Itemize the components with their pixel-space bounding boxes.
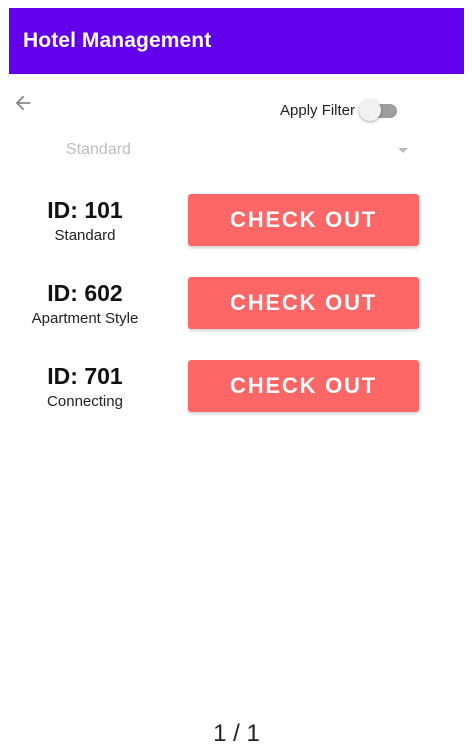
dropdown-arrow-icon — [398, 147, 408, 153]
back-button[interactable] — [8, 88, 38, 118]
filter-row: Apply Filter — [280, 95, 399, 125]
apply-filter-switch[interactable] — [359, 97, 399, 123]
filter-label: Apply Filter — [280, 101, 356, 119]
switch-thumb — [359, 99, 382, 121]
app-bar: Hotel Management — [9, 8, 464, 74]
app-title: Hotel Management — [23, 29, 212, 52]
check-out-button[interactable]: CHECK OUT — [188, 194, 419, 246]
room-id: ID: 701 — [47, 363, 123, 389]
room-type: Connecting — [47, 393, 123, 410]
pagination-indicator: 1 / 1 — [213, 720, 260, 747]
room-info: ID: 101 Standard — [14, 192, 156, 246]
room-row: ID: 602 Apartment Style CHECK OUT — [0, 275, 473, 358]
room-type: Standard — [54, 227, 116, 244]
check-out-button[interactable]: CHECK OUT — [188, 360, 419, 412]
room-id: ID: 101 — [47, 197, 123, 223]
room-info: ID: 701 Connecting — [14, 358, 156, 412]
room-list: ID: 101 Standard CHECK OUT ID: 602 Apart… — [0, 192, 473, 441]
room-type: Apartment Style — [31, 310, 139, 327]
spinner-selected-value: Standard — [66, 141, 131, 158]
room-id: ID: 602 — [47, 280, 123, 306]
room-row: ID: 701 Connecting CHECK OUT — [0, 358, 473, 441]
check-out-button[interactable]: CHECK OUT — [188, 277, 419, 329]
room-info: ID: 602 Apartment Style — [14, 275, 156, 329]
arrow-left-icon — [15, 95, 31, 111]
status-strip — [0, 0, 473, 8]
room-row: ID: 101 Standard CHECK OUT — [0, 192, 473, 275]
room-type-spinner[interactable]: Standard — [50, 135, 420, 165]
